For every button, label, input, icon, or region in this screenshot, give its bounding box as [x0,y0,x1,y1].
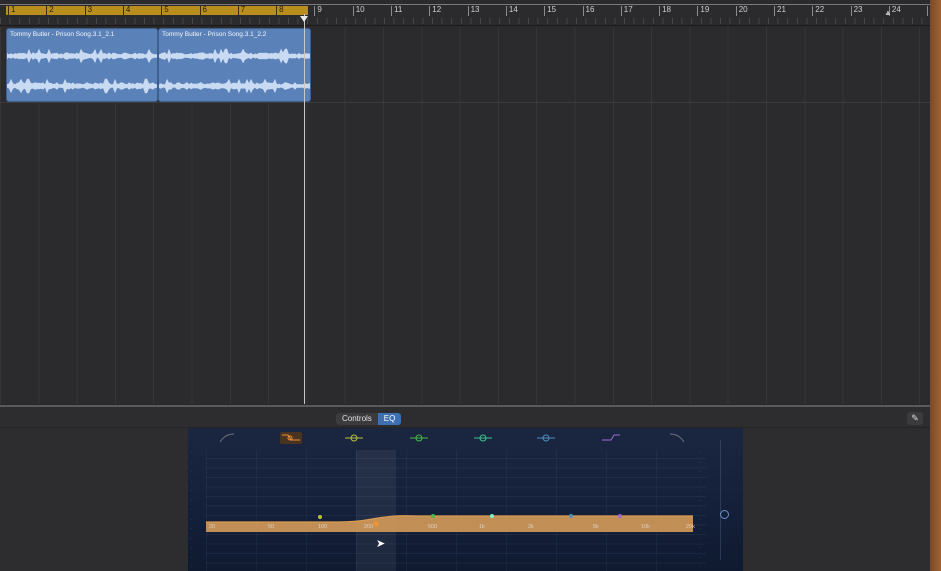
eq-node-band4[interactable] [431,514,435,518]
ruler-top-line [0,4,930,5]
ruler-bar-20[interactable]: 20 [735,5,748,16]
ruler-bar-8[interactable]: 8 [276,5,284,16]
ruler-subticks [0,18,930,24]
ruler-bar-label: 15 [547,5,557,14]
freq-label: 100 [318,524,328,530]
ruler-bar-4[interactable]: 4 [122,5,130,16]
ruler-bar-label: 13 [470,5,480,14]
freq-label: 20 [209,524,216,530]
ruler-bar-label: 21 [777,5,786,14]
ruler-bar-label: 4 [125,5,131,14]
ruler-bar-label: 19 [700,5,710,14]
waveform [7,48,157,94]
ruler-bar-18[interactable]: 18 [659,5,671,16]
ruler-bar-21[interactable]: 21 [774,5,786,16]
editor-tab-switcher: Controls EQ [336,413,402,425]
analyzer-divider [720,440,721,560]
ruler-bar-label: 11 [394,5,403,14]
ruler-bar-13[interactable]: 13 [467,5,480,16]
ruler-bar-10[interactable]: 10 [352,5,365,16]
track-lane[interactable]: Tommy Butler - Prison Song.3.1_2.1 Tommy… [0,27,930,103]
audio-region-2[interactable]: Tommy Butler - Prison Song.3.1_2.2 [158,28,311,102]
ruler-bar-label: 5 [164,5,169,14]
playhead-line[interactable] [304,14,305,404]
audio-region-1[interactable]: Tommy Butler - Prison Song.3.1_2.1 [6,28,158,102]
waveform-channel [7,48,157,64]
region-title: Tommy Butler - Prison Song.3.1_2.2 [162,31,267,38]
ruler-bar-16[interactable]: 16 [582,5,594,16]
ruler-bar-label: 2 [49,5,54,14]
tracks-area[interactable]: Tommy Butler - Prison Song.3.1_2.1 Tommy… [0,27,930,404]
tab-controls[interactable]: Controls [336,413,378,425]
waveform [159,48,310,94]
ruler-bar-label: 20 [738,5,748,14]
ruler-bar-11[interactable]: 11 [391,5,402,16]
ruler-bar-17[interactable]: 17 [620,5,633,16]
ruler-bar-label: 23 [853,5,863,14]
ruler-bar-label: 9 [317,5,322,14]
eq-panel[interactable]: · · · · · · · · · · · · · · · · · · · · · · · · · · 20 50 100 200 50… [188,428,743,571]
eq-node-band3[interactable] [318,515,322,519]
waveform-channel [7,78,157,94]
ruler-bar-1[interactable]: 1 [8,5,15,16]
ruler-bar-12[interactable]: 12 [429,5,441,16]
playhead-handle[interactable] [300,16,308,22]
ruler-bar-19[interactable]: 19 [697,5,709,16]
ruler-bar-label: 22 [815,5,825,14]
window-edge [930,0,941,571]
analyzer-button[interactable] [720,510,729,519]
ruler-bar-label: 8 [279,5,284,14]
ruler-bar-23[interactable]: 23 [850,5,863,16]
eq-node-band7[interactable] [618,514,622,518]
ruler-bar-14[interactable]: 14 [505,5,518,16]
ruler-bar-7[interactable]: 7 [237,5,245,16]
freq-label: 1k [479,524,485,530]
ruler-bar-label: 3 [87,5,93,14]
ruler-bar-25[interactable]: 25 [927,5,939,16]
freq-label: 10k [641,524,650,530]
ruler-bar-label: 7 [240,5,246,14]
ruler-bar-9[interactable]: 9 [314,5,322,16]
eq-node-band5[interactable] [490,514,494,518]
ruler-bar-15[interactable]: 15 [544,5,556,16]
app-window: 1234567891011121314151617181920212223242… [0,0,941,571]
ruler-bar-label: 14 [508,5,518,14]
eq-curve[interactable] [188,428,743,571]
freq-label: 2k [528,524,534,530]
waveform-channel [159,48,310,64]
ruler-bar-5[interactable]: 5 [161,5,169,16]
pencil-icon[interactable]: ✎ [907,412,923,425]
ruler-bar-2[interactable]: 2 [46,5,54,16]
editor-pane: Controls EQ ✎ · · · · · · · · · · · · · · · · · · · · · · · · ·… [0,405,930,571]
mouse-cursor-icon: ➤ [376,538,386,550]
timeline-ruler[interactable]: 1234567891011121314151617181920212223242… [0,0,939,26]
eq-curve-fill [206,515,693,532]
freq-label: 200 [364,524,374,530]
ruler-bar-label: 17 [623,5,633,14]
ruler-bar-label: 16 [585,5,595,14]
ruler-bar-label: 18 [662,5,671,14]
tab-eq[interactable]: EQ [377,413,402,425]
ruler-bar-label: 10 [355,5,365,14]
ruler-bar-label: 12 [432,5,442,14]
ruler-bar-3[interactable]: 3 [84,5,92,16]
eq-node-band6[interactable] [569,514,573,518]
lock-icon[interactable]: ▲ [884,8,894,18]
freq-label: 500 [428,524,438,530]
ruler-bar-6[interactable]: 6 [199,5,207,16]
region-title: Tommy Butler - Prison Song.3.1_2.1 [10,31,115,38]
ruler-bar-22[interactable]: 22 [812,5,824,16]
waveform-channel [159,78,310,94]
freq-label: 20k [686,524,695,530]
eq-node-band2[interactable] [373,521,379,527]
freq-label: 5k [593,524,599,530]
freq-label: 50 [268,524,275,530]
ruler-bar-label: 1 [11,5,16,14]
ruler-bar-label: 6 [202,5,207,14]
